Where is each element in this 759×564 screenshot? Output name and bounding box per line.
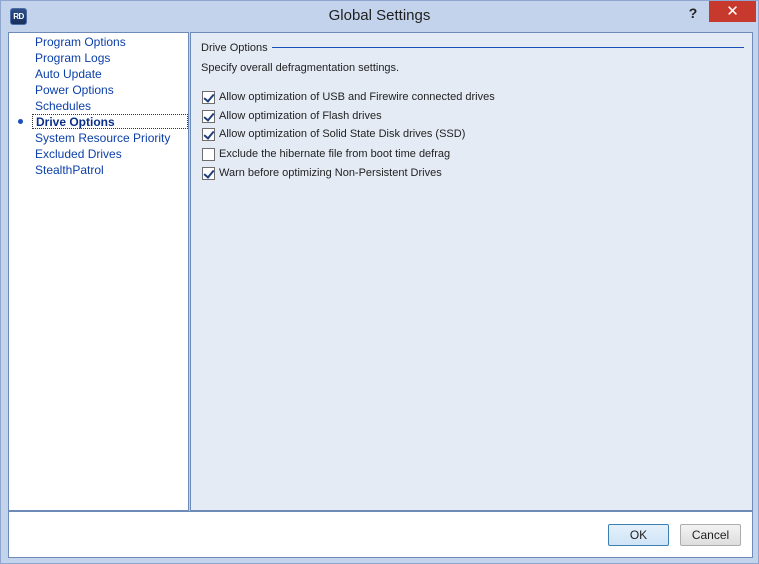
nav-item-power-options[interactable]: Power Options <box>35 83 114 98</box>
section-title: Drive Options <box>201 42 268 54</box>
window-title: Global Settings <box>328 7 431 24</box>
section-description: Specify overall defragmentation settings… <box>201 62 400 74</box>
option-label: Warn before optimizing Non-Persistent Dr… <box>219 167 442 179</box>
ok-button[interactable]: OK <box>608 524 669 546</box>
option-label: Allow optimization of Solid State Disk d… <box>219 128 466 140</box>
option-label: Exclude the hibernate file from boot tim… <box>219 148 451 160</box>
nav-item-program-options[interactable]: Program Options <box>35 35 126 50</box>
option-label: Allow optimization of USB and Firewire c… <box>219 91 495 103</box>
nav-item-system-resource-priority[interactable]: System Resource Priority <box>35 131 170 146</box>
nav-item-program-logs[interactable]: Program Logs <box>35 51 110 66</box>
option-ssd[interactable]: Allow optimization of Solid State Disk d… <box>202 127 465 141</box>
nav-item-auto-update[interactable]: Auto Update <box>35 67 102 82</box>
close-button[interactable]: ✕ <box>709 1 756 22</box>
option-label: Allow optimization of Flash drives <box>219 110 382 122</box>
nav-item-stealthpatrol[interactable]: StealthPatrol <box>35 163 104 178</box>
nav-item-schedules[interactable]: Schedules <box>35 99 91 114</box>
selected-bullet-icon <box>18 119 23 124</box>
section-divider <box>272 47 744 48</box>
option-hibernate-file[interactable]: Exclude the hibernate file from boot tim… <box>202 147 450 161</box>
option-flash-drives[interactable]: Allow optimization of Flash drives <box>202 109 382 123</box>
settings-nav: Program Options Program Logs Auto Update… <box>8 32 189 511</box>
help-button[interactable]: ? <box>682 3 704 23</box>
checkbox-hibernate-file[interactable] <box>202 147 215 161</box>
option-non-persistent-warning[interactable]: Warn before optimizing Non-Persistent Dr… <box>202 166 442 180</box>
drive-options-panel: Drive Options Specify overall defragment… <box>190 32 753 511</box>
button-bar: OK Cancel <box>8 511 753 558</box>
checkbox-ssd[interactable] <box>202 127 215 141</box>
checkbox-flash-drives[interactable] <box>202 109 215 123</box>
global-settings-window: RD Global Settings ? ✕ Program Options P… <box>0 0 759 564</box>
nav-item-excluded-drives[interactable]: Excluded Drives <box>35 147 122 162</box>
checkbox-non-persistent-warning[interactable] <box>202 166 215 180</box>
option-usb-firewire[interactable]: Allow optimization of USB and Firewire c… <box>202 90 495 104</box>
cancel-button[interactable]: Cancel <box>680 524 741 546</box>
title-bar[interactable]: RD Global Settings ? ✕ <box>1 1 758 32</box>
nav-item-drive-options[interactable]: Drive Options <box>32 114 188 129</box>
checkbox-usb-firewire[interactable] <box>202 90 215 104</box>
